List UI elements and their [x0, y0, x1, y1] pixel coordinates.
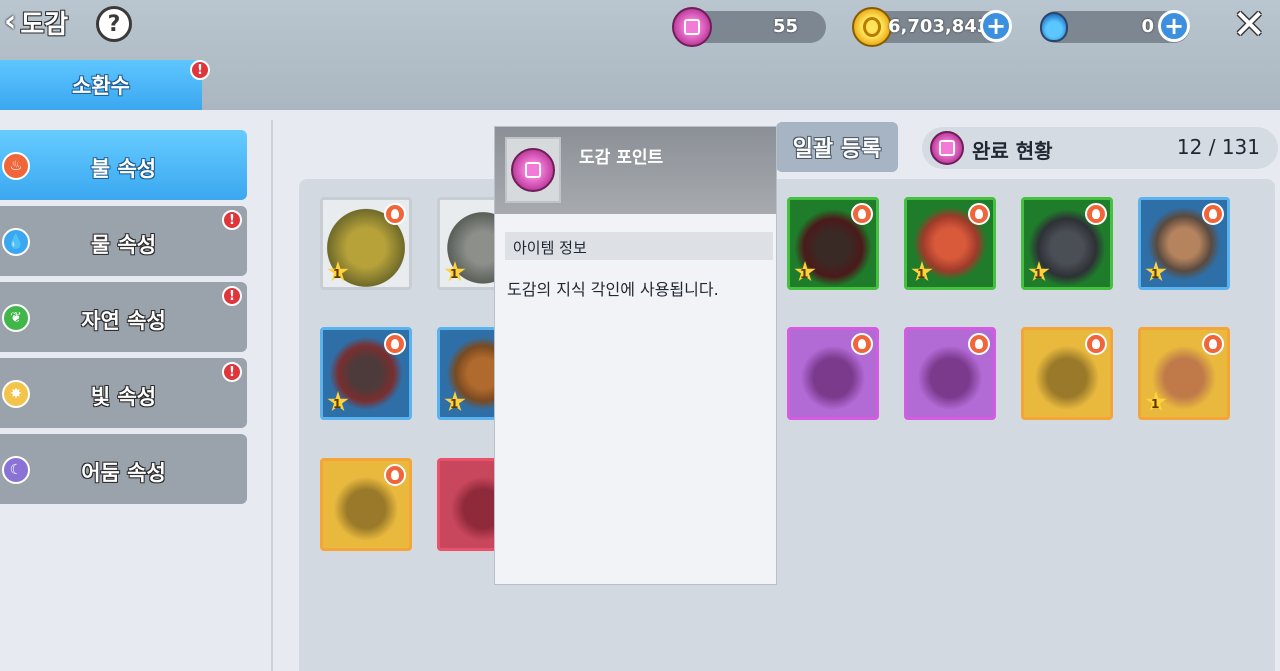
level-label: 1: [800, 267, 809, 281]
dogam-point-counter: 55: [672, 7, 826, 47]
monster-card[interactable]: [787, 327, 879, 420]
fire-icon: [384, 333, 406, 355]
alert-badge: !: [222, 362, 242, 382]
gold-counter: 6,703,843 +: [852, 7, 1012, 47]
back-button[interactable]: ‹ 도감: [4, 4, 68, 40]
completion-status: 완료 현황 12 / 131: [922, 127, 1278, 169]
potion-value: 0: [1141, 16, 1154, 37]
monster-card[interactable]: 1: [1021, 197, 1113, 290]
fire-icon: [1085, 203, 1107, 225]
tab-summons-alert-badge: !: [190, 60, 210, 80]
dogam-point-icon: [930, 131, 964, 165]
sidebar-item-label: 빛 속성: [90, 385, 157, 409]
gold-value: 6,703,843: [888, 16, 990, 37]
dogam-point-value: 55: [772, 16, 798, 37]
sidebar-item-label: 자연 속성: [81, 309, 166, 333]
alert-badge: !: [222, 286, 242, 306]
level-label: 1: [450, 267, 459, 281]
item-icon-frame: [505, 137, 561, 203]
level-label: 1: [333, 267, 342, 281]
sidebar-item-fire[interactable]: ♨ 불 속성: [0, 130, 247, 200]
add-gold-button[interactable]: +: [980, 10, 1012, 42]
fire-icon: [1202, 333, 1224, 355]
fire-icon: [1085, 333, 1107, 355]
monster-card[interactable]: 1: [904, 197, 996, 290]
dogam-point-icon: [672, 7, 712, 47]
monster-card[interactable]: [320, 458, 412, 551]
item-tooltip: 도감 포인트 아이템 정보 도감의 지식 각인에 사용됩니다.: [494, 126, 777, 585]
item-name: 도감 포인트: [579, 148, 664, 168]
page-title: 도감: [20, 9, 69, 40]
fire-icon: [851, 333, 873, 355]
potion-counter: 0 +: [1040, 10, 1190, 43]
monster-card[interactable]: 1: [1138, 327, 1230, 420]
monster-card[interactable]: 1: [320, 197, 412, 290]
sidebar-item-label: 물 속성: [90, 233, 157, 257]
completion-count: 12 / 131: [1176, 135, 1260, 159]
sidebar-item-water[interactable]: 💧 물 속성 !: [0, 206, 247, 276]
monster-card[interactable]: [1021, 327, 1113, 420]
tab-summons[interactable]: 소환수: [0, 60, 202, 110]
monster-card[interactable]: 1: [320, 327, 412, 420]
alert-badge: !: [222, 210, 242, 230]
level-label: 1: [917, 267, 926, 281]
tab-summons-label: 소환수: [72, 74, 130, 98]
fire-icon: [384, 464, 406, 486]
fire-icon: [968, 333, 990, 355]
sidebar-item-label: 어둠 속성: [81, 461, 166, 485]
sidebar-item-label: 불 속성: [90, 157, 157, 181]
help-button[interactable]: ?: [96, 6, 132, 42]
monster-card[interactable]: 1: [787, 197, 879, 290]
close-button[interactable]: ✕: [1232, 2, 1266, 48]
fire-icon: [1202, 203, 1224, 225]
divider: [271, 120, 273, 671]
fire-icon: [968, 203, 990, 225]
level-label: 1: [1151, 397, 1160, 411]
fire-icon: [384, 203, 406, 225]
level-label: 1: [450, 397, 459, 411]
level-label: 1: [1151, 267, 1160, 281]
completion-label: 완료 현황: [972, 139, 1053, 163]
level-label: 1: [333, 397, 342, 411]
potion-icon: [1034, 7, 1074, 47]
level-label: 1: [1034, 267, 1043, 281]
dogam-point-icon: [511, 148, 555, 192]
monster-card[interactable]: [904, 327, 996, 420]
item-info-section: 아이템 정보: [505, 232, 773, 260]
fire-icon: [851, 203, 873, 225]
item-description: 도감의 지식 각인에 사용됩니다.: [507, 280, 719, 299]
tooltip-header: 도감 포인트: [495, 127, 776, 214]
sidebar-item-light[interactable]: ✸ 빛 속성 !: [0, 358, 247, 428]
add-potion-button[interactable]: +: [1158, 10, 1190, 42]
chevron-left-icon: ‹: [4, 4, 17, 39]
sidebar-item-nature[interactable]: ❦ 자연 속성 !: [0, 282, 247, 352]
sidebar-item-dark[interactable]: ☾ 어둠 속성: [0, 434, 247, 504]
gold-coin-icon: [852, 7, 892, 47]
bulk-register-button[interactable]: 일괄 등록: [776, 122, 898, 172]
monster-card[interactable]: 1: [1138, 197, 1230, 290]
